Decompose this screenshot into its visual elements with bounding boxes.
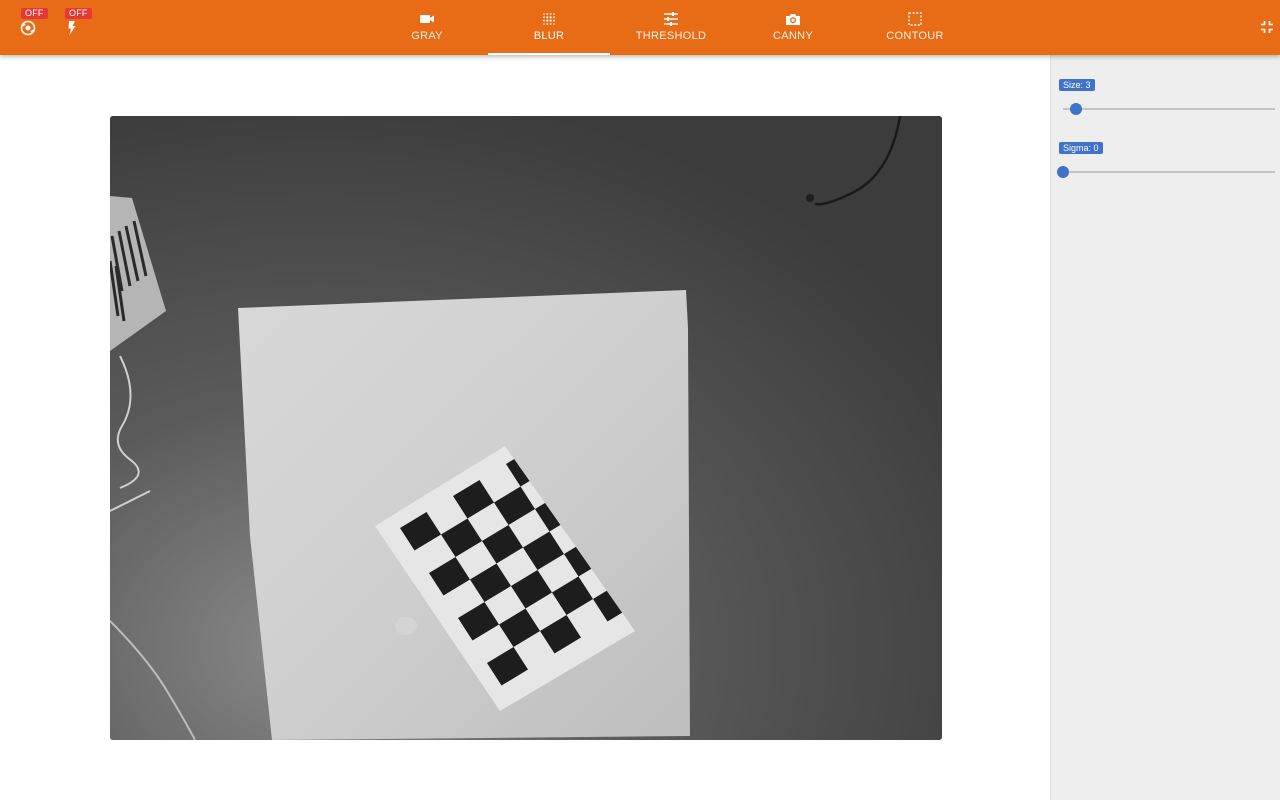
- tab-blur-label: BLUR: [533, 30, 565, 42]
- active-tab-indicator: [488, 53, 610, 55]
- tab-contour-label: CONTOUR: [886, 30, 944, 42]
- tab-canny[interactable]: CANNY: [732, 0, 854, 55]
- tab-canny-label: CANNY: [772, 30, 813, 42]
- settings-sidebar: Size: 3 Sigma: 0: [1050, 55, 1280, 800]
- sigma-slider-thumb[interactable]: [1057, 166, 1069, 178]
- select-region-icon: [908, 12, 922, 26]
- tab-threshold[interactable]: THRESHOLD: [610, 0, 732, 55]
- blur-icon: [543, 13, 555, 25]
- size-slider-thumb[interactable]: [1069, 103, 1082, 115]
- flash-toggle[interactable]: OFF: [64, 8, 92, 40]
- tab-gray-label: GRAY: [411, 30, 443, 42]
- size-slider-track[interactable]: [1063, 103, 1275, 115]
- tab-blur[interactable]: BLUR: [488, 0, 610, 55]
- main-content: [0, 55, 1050, 800]
- blurred-grayscale-frame: [110, 116, 942, 740]
- size-slider[interactable]: Size: 3: [1059, 79, 1275, 119]
- sigma-slider-track[interactable]: [1057, 166, 1275, 178]
- camera-off-badge: OFF: [21, 8, 48, 19]
- camera-preview-image: [110, 116, 942, 740]
- tab-contour[interactable]: CONTOUR: [854, 0, 976, 55]
- top-toolbar: OFF OFF GRAY BLUR THRESHOLD CANNY CONTOU…: [0, 0, 1280, 55]
- tab-threshold-label: THRESHOLD: [635, 30, 707, 42]
- tune-icon: [664, 12, 678, 26]
- camera-switch-icon: [20, 20, 36, 36]
- size-value-label: Size: 3: [1059, 79, 1095, 91]
- videocam-icon: [420, 15, 434, 23]
- fullscreen-exit-icon[interactable]: [1260, 20, 1274, 34]
- flash-icon: [68, 21, 76, 35]
- sigma-value-label: Sigma: 0: [1059, 142, 1103, 154]
- camera-switch-toggle[interactable]: OFF: [20, 8, 48, 40]
- flash-off-badge: OFF: [65, 8, 92, 19]
- tab-gray[interactable]: GRAY: [366, 0, 488, 55]
- camera-icon: [786, 14, 800, 25]
- sigma-slider[interactable]: Sigma: 0: [1057, 142, 1275, 182]
